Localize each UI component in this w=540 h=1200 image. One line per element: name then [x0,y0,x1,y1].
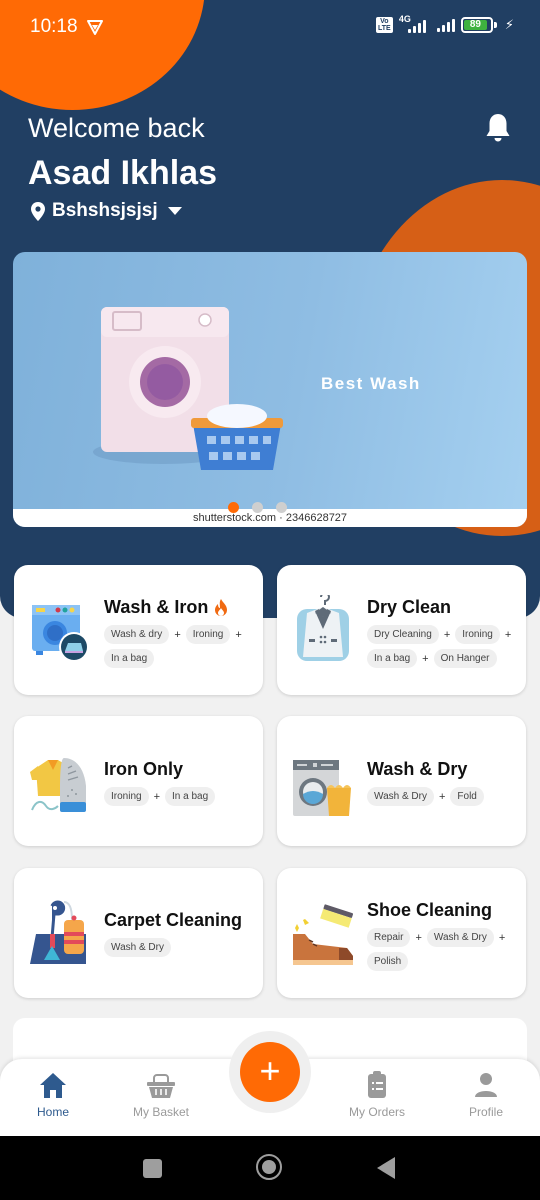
service-tags: Ironing + In a bag [104,787,255,806]
service-title: Wash & Dry [367,759,518,780]
tag-separator: + [153,790,161,803]
back-icon[interactable] [377,1157,395,1179]
carousel-indicator [13,502,527,513]
service-tags: Wash & Dry + Fold [367,787,518,806]
nav-profile[interactable]: Profile [441,1071,531,1119]
service-tag: Ironing [185,625,231,644]
service-tags: Dry Cleaning + Ironing + In a bag + On H… [367,625,518,668]
service-tag: In a bag [104,649,155,668]
home-screen: 10:18 Vo LTE 4G 89 ⚡ Welcome back Asad I… [0,0,540,1200]
service-tags: Repair + Wash & Dry + Polish [367,928,518,971]
service-card-shoe-cleaning[interactable]: Shoe Cleaning Repair + Wash & Dry + Poli… [277,868,526,998]
tag-separator: + [438,790,446,803]
recent-apps-icon[interactable] [143,1159,162,1178]
nav-label: Profile [468,1105,503,1119]
tag-separator: + [235,628,242,641]
nav-my-basket[interactable]: My Basket [116,1071,206,1119]
service-tag: Wash & Dry [104,938,171,957]
service-card-carpet-cleaning[interactable]: Carpet Cleaning Wash & Dry [14,868,263,998]
vpn-shield-icon [87,20,103,35]
service-title-text: Iron Only [104,759,184,779]
location-label: Bshshsjsjsj [52,200,158,221]
location-selector[interactable]: Bshshsjsjsj [31,200,182,222]
chevron-down-icon [167,207,182,215]
nav-label: My Basket [132,1105,189,1119]
nav-my-orders[interactable]: My Orders [332,1071,422,1119]
service-title-text: Wash & Dry [367,759,468,779]
iron-shirt-icon [30,758,86,812]
basket-icon [147,1074,175,1098]
location-pin-icon [31,201,45,221]
service-title: Wash & Iron [104,597,255,618]
nav-label: Home [36,1105,69,1119]
tag-separator: + [498,931,506,944]
service-tag: Ironing [104,787,149,806]
clipboard-icon [368,1071,386,1098]
carousel-dot-1[interactable] [227,502,239,513]
service-tag: Ironing [455,625,500,644]
carousel-dot-2[interactable] [251,502,263,513]
promo-banner[interactable]: Best Wash shutterstock.com · 2346628727 [13,252,527,527]
service-title-text: Dry Clean [367,597,452,617]
fire-icon [215,598,228,616]
washer-iron-icon [32,605,89,662]
service-title-text: Carpet Cleaning [104,910,243,930]
nav-home[interactable]: Home [8,1071,98,1119]
tag-separator: + [504,628,512,641]
service-card-wash-iron[interactable]: Wash & Iron Wash & dry + Ironing + In a … [14,565,263,695]
service-title: Dry Clean [367,597,518,618]
dry-clean-suit-icon [297,595,349,661]
washer-basket-icon [293,760,351,816]
service-tag: Wash & Dry [426,928,494,947]
service-title: Carpet Cleaning [104,910,255,931]
nav-label: My Orders [348,1105,405,1119]
tag-separator: + [443,628,451,641]
service-tag: In a bag [367,649,418,668]
welcome-text: Welcome back [28,113,205,143]
battery-level: 89 [463,20,487,30]
plus-icon: + [259,1050,281,1091]
shoe-brush-icon [293,904,354,965]
status-bar: 10:18 Vo LTE 4G 89 ⚡ [0,0,540,54]
volte-icon: Vo LTE [375,17,393,33]
banner-title: Best Wash [321,374,421,393]
service-title: Iron Only [104,759,255,780]
charging-bolt-icon: ⚡ [504,17,514,32]
status-icons: Vo LTE 4G 89 ⚡ [375,14,514,34]
mobile-signal-4g-icon: 4G [399,14,431,34]
system-navigation-bar [0,1136,540,1200]
washing-machine-illustration [93,307,283,470]
service-tag: In a bag [165,787,216,806]
home-button-icon[interactable] [256,1154,282,1180]
service-title-text: Shoe Cleaning [367,900,493,920]
tag-separator: + [415,931,422,944]
service-tag: Wash & dry [104,625,170,644]
service-tag: Fold [450,787,484,806]
service-tags: Wash & dry + Ironing + In a bag [104,625,255,668]
home-icon [40,1073,66,1098]
service-tag: Wash & Dry [367,787,434,806]
service-tag: Dry Cleaning [367,625,439,644]
notification-bell-icon[interactable] [484,112,512,144]
status-time: 10:18 [30,16,78,37]
tag-separator: + [422,652,429,665]
service-title-text: Wash & Iron [104,597,209,617]
battery-icon: 89 [460,17,497,33]
person-icon [475,1073,497,1097]
service-tag: Repair [367,928,411,947]
service-tags: Wash & Dry [104,938,255,957]
service-tag: On Hanger [433,649,497,668]
user-name: Asad Ikhlas [28,154,217,192]
new-order-fab[interactable]: + [240,1042,300,1102]
service-card-dry-clean[interactable]: Dry Clean Dry Cleaning + Ironing + In a … [277,565,526,695]
service-title: Shoe Cleaning [367,900,518,921]
carousel-dot-3[interactable] [275,502,287,513]
service-card-iron-only[interactable]: Iron Only Ironing + In a bag [14,716,263,846]
tag-separator: + [174,628,181,641]
signal-strength-icon [436,18,455,32]
service-card-wash-dry[interactable]: Wash & Dry Wash & Dry + Fold [277,716,526,846]
carpet-vacuum-icon [30,900,86,964]
service-tag: Polish [367,952,409,971]
